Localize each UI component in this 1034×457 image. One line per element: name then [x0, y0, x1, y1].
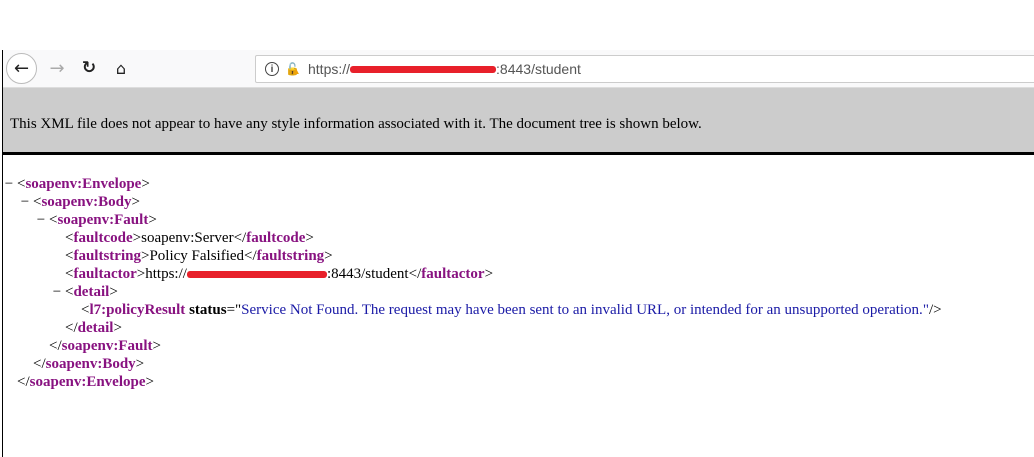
xml-info-banner: This XML file does not appear to have an… [3, 88, 1034, 155]
collapse-toggle[interactable]: − [52, 283, 62, 301]
detail-open: <detail> [65, 284, 118, 300]
home-icon: ⌂ [115, 58, 127, 78]
envelope-open: <soapenv:Envelope> [17, 176, 150, 192]
policy-result-line: <l7:policyResult status="Service Not Fou… [81, 302, 942, 318]
back-button[interactable]: ← [6, 53, 37, 84]
collapse-toggle[interactable]: − [4, 175, 14, 193]
insecure-lock-icon[interactable]: 🔓 ▲ [285, 62, 301, 77]
home-button[interactable]: ⌂ [109, 56, 133, 80]
faultcode-line: <faultcode>soapenv:Server</faultcode> [65, 230, 314, 246]
faultstring-line: <faultstring>Policy Falsified</faultstri… [65, 248, 333, 264]
address-bar[interactable]: i 🔓 ▲ https://:8443/student [255, 55, 1034, 83]
arrow-left-icon: ← [13, 58, 30, 79]
fault-open: <soapenv:Fault> [49, 212, 157, 228]
detail-close: </detail> [65, 320, 122, 336]
forward-button[interactable]: → [45, 56, 69, 80]
body-open: <soapenv:Body> [33, 194, 140, 210]
collapse-toggle[interactable]: − [36, 211, 46, 229]
browser-toolbar: ← → ↻ ⌂ i 🔓 ▲ https://:8443/student [3, 50, 1034, 88]
body-close: </soapenv:Body> [33, 356, 145, 372]
faultactor-line: <faultactor>https://:8443/student</fault… [65, 266, 494, 282]
reload-icon: ↻ [81, 58, 97, 78]
url-text[interactable]: https://:8443/student [308, 61, 581, 77]
fault-close: </soapenv:Fault> [49, 338, 161, 354]
arrow-right-icon: → [49, 57, 65, 79]
reload-button[interactable]: ↻ [77, 56, 101, 80]
redaction-mark [186, 271, 327, 279]
envelope-close: </soapenv:Envelope> [17, 374, 154, 390]
collapse-toggle[interactable]: − [20, 193, 30, 211]
info-icon[interactable]: i [265, 62, 279, 76]
redaction-mark [350, 65, 497, 73]
